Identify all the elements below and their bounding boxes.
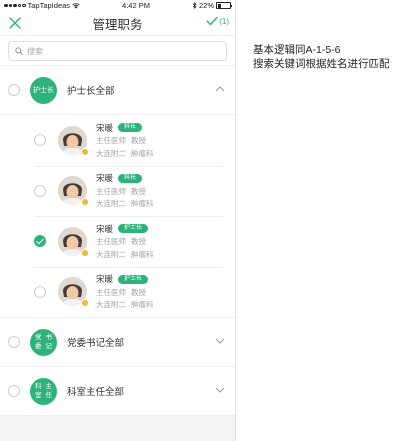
group-select-radio[interactable]: [8, 385, 20, 397]
member-row[interactable]: 宋暖 科长 主任医师 教授 大连附二 肿瘤科: [0, 115, 235, 166]
member-select-radio[interactable]: [34, 184, 46, 197]
status-right: 22%: [192, 1, 233, 10]
group-title: 科室主任全部: [67, 387, 125, 398]
group-title: 护士长全部: [67, 86, 115, 97]
battery-icon: [216, 2, 233, 9]
battery-percent: 22%: [198, 1, 214, 10]
member-rank: 教授: [131, 136, 146, 146]
member-dept: 肿瘤科: [131, 199, 154, 209]
check-icon: [206, 16, 218, 26]
member-hospital: 大连附二: [96, 249, 126, 259]
avatar: [58, 176, 89, 207]
bluetooth-icon: [192, 2, 197, 9]
member-name: 宋暖: [96, 274, 114, 285]
group-select-radio[interactable]: [8, 84, 20, 96]
medal-icon: [81, 248, 89, 257]
member-title: 主任医师: [96, 237, 126, 247]
search-placeholder: 搜索: [27, 46, 43, 56]
member-select-radio[interactable]: [34, 285, 46, 298]
member-name: 宋暖: [96, 173, 114, 184]
member-row[interactable]: 宋暖 科长 主任医师 教授 大连附二 肿瘤科: [0, 165, 235, 217]
member-select-radio-checked[interactable]: [34, 235, 46, 248]
status-left: TapTapIdeas: [4, 1, 80, 10]
member-tag: 护士长: [118, 274, 149, 284]
page-title: 管理职务: [92, 17, 143, 32]
member-hospital: 大连附二: [96, 300, 126, 310]
member-hospital: 大连附二: [96, 199, 126, 209]
member-dept: 肿瘤科: [131, 249, 154, 259]
nav-bar: 管理职务 (1): [0, 11, 235, 36]
member-row[interactable]: 宋暖 护士长 主任医师 教授 大连附二 肿瘤科: [0, 266, 235, 318]
member-tag: 护士长: [118, 224, 149, 234]
member-dept: 肿瘤科: [131, 300, 154, 310]
status-time: 4:42 PM: [122, 1, 150, 10]
group-badge-line1: 科室: [35, 383, 42, 399]
member-rank: 教授: [131, 186, 146, 196]
annotation-note: 基本逻辑同A-1-5-6 搜索关键词根据姓名进行匹配: [253, 43, 390, 71]
member-title: 主任医师: [96, 136, 126, 146]
confirm-button[interactable]: (1): [206, 16, 229, 26]
member-title: 主任医师: [96, 287, 126, 297]
medal-icon: [81, 147, 89, 156]
group-badge-line2: 书记: [45, 334, 53, 350]
member-tag: 科长: [118, 173, 143, 183]
member-list: 宋暖 科长 主任医师 教授 大连附二 肿瘤科 宋暖 科长 主任医师 教授 大连附…: [0, 115, 235, 318]
group-badge-line1: 党委: [35, 334, 42, 350]
avatar: [58, 277, 89, 308]
group-title: 党委书记全部: [67, 338, 125, 349]
group-header-dept-director[interactable]: 科室 主任 科室主任全部: [0, 367, 235, 416]
member-title: 主任医师: [96, 186, 126, 196]
avatar: [58, 125, 89, 156]
member-name: 宋暖: [96, 223, 114, 234]
chevron-down-icon[interactable]: [215, 386, 225, 394]
group-badge: 党委 书记: [30, 328, 57, 356]
chevron-up-icon[interactable]: [215, 85, 225, 93]
search-input[interactable]: 搜索: [8, 41, 227, 61]
phone-screen: TapTapIdeas 4:42 PM 22% 管理职务 (1) 搜索 护士长 …: [0, 0, 236, 441]
confirm-count: (1): [219, 16, 229, 26]
note-line-2: 搜索关键词根据姓名进行匹配: [253, 58, 390, 70]
medal-icon: [81, 299, 89, 308]
signal-icon: [4, 3, 26, 8]
status-bar: TapTapIdeas 4:42 PM 22%: [0, 0, 235, 11]
member-row[interactable]: 宋暖 护士长 主任医师 教授 大连附二 肿瘤科: [0, 216, 235, 267]
group-header-head-nurse[interactable]: 护士长 护士长全部: [0, 66, 235, 115]
carrier-label: TapTapIdeas: [27, 1, 71, 10]
member-rank: 教授: [131, 287, 146, 297]
group-badge: 科室 主任: [30, 377, 57, 405]
search-icon: [15, 47, 23, 55]
member-rank: 教授: [131, 237, 146, 247]
chevron-down-icon[interactable]: [215, 337, 225, 345]
note-line-1: 基本逻辑同A-1-5-6: [253, 44, 341, 56]
avatar: [58, 226, 89, 257]
search-bar: 搜索: [0, 36, 235, 66]
group-header-party-secretary[interactable]: 党委 书记 党委书记全部: [0, 318, 235, 367]
member-name: 宋暖: [96, 122, 114, 133]
member-tag: 科长: [118, 123, 143, 133]
group-badge-line2: 主任: [45, 383, 53, 399]
member-dept: 肿瘤科: [131, 148, 154, 158]
group-select-radio[interactable]: [8, 336, 20, 348]
close-icon[interactable]: [8, 16, 22, 30]
wifi-icon: [72, 2, 80, 9]
group-badge: 护士长: [30, 76, 57, 104]
medal-icon: [81, 198, 89, 207]
member-hospital: 大连附二: [96, 148, 126, 158]
member-select-radio[interactable]: [34, 134, 46, 147]
